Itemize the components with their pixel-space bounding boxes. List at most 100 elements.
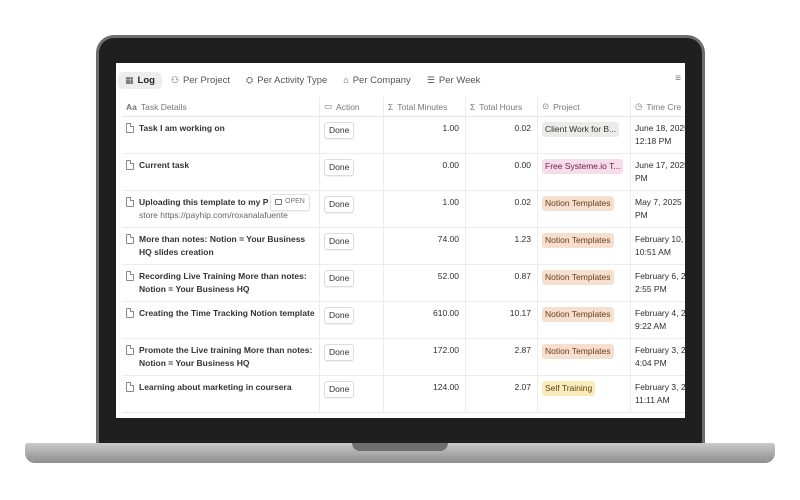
time-created-cell: February 3, 2 4:04 PM	[631, 339, 685, 375]
total-minutes: 0.00	[384, 154, 466, 190]
log-table: Aa Task Details ▭ Action Σ Total Minutes…	[122, 97, 685, 413]
column-header-minutes[interactable]: Σ Total Minutes	[384, 97, 466, 116]
table-row[interactable]: Creating the Time Tracking Notion templa…	[122, 302, 685, 339]
project-cell[interactable]: Notion Templates	[538, 339, 631, 375]
activity-icon: ⛭	[246, 74, 254, 85]
project-cell[interactable]: Notion Templates	[538, 191, 631, 227]
done-button[interactable]: Done	[324, 381, 355, 398]
formula-icon: Σ	[388, 101, 394, 112]
column-header-time-created[interactable]: ◷ Time Cre	[631, 97, 685, 116]
task-title: Promote the Live training More than note…	[139, 345, 313, 368]
total-hours: 0.87	[466, 265, 538, 301]
done-button[interactable]: Done	[324, 196, 355, 213]
table-row[interactable]: Task I am working on Done 1.00 0.02 Clie…	[122, 117, 685, 154]
tab-per-project[interactable]: ⚇ Per Project	[164, 72, 237, 89]
column-header-task[interactable]: Aa Task Details	[122, 97, 320, 116]
project-cell[interactable]: Notion Templates	[538, 265, 631, 301]
task-cell[interactable]: Current task	[122, 154, 320, 190]
time-created-time: 9:22 AM	[635, 320, 667, 331]
task-wrap: Task I am working on	[139, 122, 315, 153]
task-cell[interactable]: Promote the Live training More than note…	[122, 339, 320, 375]
time-created-time: 2:55 PM	[635, 283, 667, 294]
total-hours: 0.02	[466, 117, 538, 153]
time-created-date: May 7, 2025	[635, 197, 682, 207]
task-cell[interactable]: Learning about marketing in coursera	[122, 376, 320, 412]
table-row[interactable]: Promote the Live training More than note…	[122, 339, 685, 376]
task-wrap: Promote the Live training More than note…	[139, 344, 315, 375]
formula-icon: Σ	[470, 101, 476, 112]
total-hours: 1.23	[466, 228, 538, 264]
task-wrap: Current task	[139, 159, 315, 190]
task-wrap: Creating the Time Tracking Notion templa…	[139, 307, 315, 338]
filter-icon[interactable]: ≡	[675, 73, 681, 84]
column-header-project[interactable]: ⊙ Project	[538, 97, 631, 116]
done-button[interactable]: Done	[324, 307, 355, 324]
table-icon: ▦	[125, 74, 134, 85]
time-created-date: February 3, 2	[635, 345, 685, 355]
relation-icon: ⊙	[542, 101, 550, 111]
action-cell: Done	[320, 117, 384, 153]
table-body: Task I am working on Done 1.00 0.02 Clie…	[122, 117, 685, 413]
building-icon: ⌂	[343, 75, 349, 85]
table-row[interactable]: Learning about marketing in coursera Don…	[122, 376, 685, 413]
task-cell[interactable]: Uploading this template to my P store ht…	[122, 191, 320, 227]
tab-label: Per Company	[352, 74, 411, 86]
project-cell[interactable]: Client Work for B...	[538, 117, 631, 153]
text-property-icon: Aa	[126, 101, 137, 112]
project-tag: Free Systeme.io T...	[542, 159, 624, 174]
view-tabs: ▦ Log ⚇ Per Project ⛭ Per Activity Type …	[118, 69, 489, 91]
table-row[interactable]: Uploading this template to my P store ht…	[122, 191, 685, 228]
button-property-icon: ▭	[324, 101, 333, 111]
column-header-hours[interactable]: Σ Total Hours	[466, 97, 538, 116]
action-cell: Done	[320, 228, 384, 264]
tab-label: Log	[137, 74, 155, 86]
time-created-cell: June 17, 2025 PM	[631, 154, 685, 190]
done-button[interactable]: Done	[324, 233, 355, 250]
time-created-cell: June 18, 2025 12:18 PM	[631, 117, 685, 153]
total-hours: 0.00	[466, 154, 538, 190]
task-cell[interactable]: Task I am working on	[122, 117, 320, 153]
laptop-notch	[352, 443, 448, 451]
project-tag: Notion Templates	[542, 344, 614, 359]
open-button[interactable]: OPEN	[270, 194, 310, 211]
action-cell: Done	[320, 265, 384, 301]
tab-label: Per Week	[438, 74, 481, 86]
project-cell[interactable]: Self Training	[538, 376, 631, 412]
total-hours: 2.87	[466, 339, 538, 375]
total-hours: 10.17	[466, 302, 538, 338]
project-tag: Notion Templates	[542, 270, 614, 285]
project-tag: Notion Templates	[542, 307, 614, 322]
task-wrap: Uploading this template to my P store ht…	[139, 194, 315, 227]
project-cell[interactable]: Notion Templates	[538, 228, 631, 264]
time-created-date: February 6, 2	[635, 271, 685, 281]
open-page-icon	[275, 199, 282, 206]
total-hours: 0.02	[466, 191, 538, 227]
time-created-time: 11:11 AM	[635, 394, 670, 405]
column-label: Project	[553, 101, 580, 112]
column-header-action[interactable]: ▭ Action	[320, 97, 384, 116]
time-created-date: June 17, 2025	[635, 160, 685, 170]
time-created-time: 4:04 PM	[635, 357, 667, 368]
table-row[interactable]: Current task Done 0.00 0.00 Free Systeme…	[122, 154, 685, 191]
task-cell[interactable]: Creating the Time Tracking Notion templa…	[122, 302, 320, 338]
task-cell[interactable]: Recording Live Training More than notes:…	[122, 265, 320, 301]
time-created-cell: May 7, 2025 PM	[631, 191, 685, 227]
page-icon	[126, 271, 134, 281]
tab-log[interactable]: ▦ Log	[118, 71, 162, 89]
tab-per-week[interactable]: ☰ Per Week	[420, 72, 488, 89]
done-button[interactable]: Done	[324, 270, 355, 287]
done-button[interactable]: Done	[324, 344, 355, 361]
time-created-time: PM	[635, 209, 648, 220]
tab-label: Per Activity Type	[257, 74, 328, 86]
tab-per-activity-type[interactable]: ⛭ Per Activity Type	[239, 72, 334, 89]
done-button[interactable]: Done	[324, 159, 355, 176]
task-cell[interactable]: More than notes: Notion = Your Business …	[122, 228, 320, 264]
project-cell[interactable]: Free Systeme.io T...	[538, 154, 631, 190]
done-button[interactable]: Done	[324, 122, 355, 139]
page-icon	[126, 123, 134, 133]
table-row[interactable]: Recording Live Training More than notes:…	[122, 265, 685, 302]
project-cell[interactable]: Notion Templates	[538, 302, 631, 338]
time-created-cell: February 10, 10:51 AM	[631, 228, 685, 264]
table-row[interactable]: More than notes: Notion = Your Business …	[122, 228, 685, 265]
tab-per-company[interactable]: ⌂ Per Company	[336, 72, 418, 89]
